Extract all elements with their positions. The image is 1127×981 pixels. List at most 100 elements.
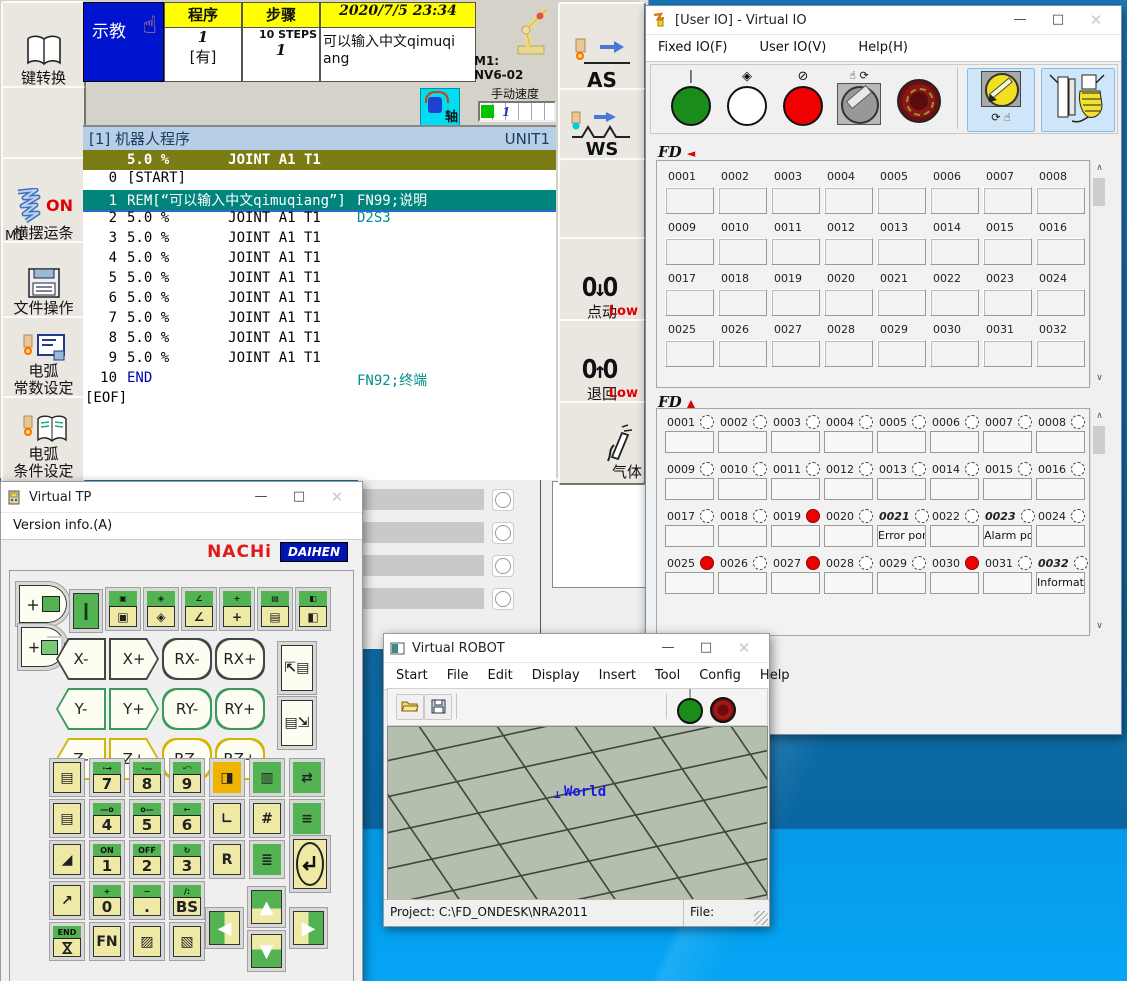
io-button-0009[interactable] — [665, 238, 714, 265]
jog-key-Y-[interactable]: Y- — [56, 688, 106, 730]
multi-keys-key[interactable]: # — [250, 800, 284, 837]
minimize-button[interactable]: — — [649, 635, 687, 661]
io-label-box[interactable] — [771, 431, 820, 453]
program-line-5[interactable]: 55.0 % JOINT A1 T1 — [83, 270, 556, 290]
as-button[interactable]: AS — [558, 2, 646, 93]
io-button-0020[interactable] — [824, 289, 873, 316]
stop-button[interactable]: ⊘ — [779, 69, 827, 129]
virtual-robot-titlebar[interactable]: Virtual ROBOT — □ ✕ — [384, 634, 769, 663]
cursor-down-key[interactable]: ▼ — [248, 931, 285, 971]
io-button-0010[interactable] — [718, 238, 767, 265]
led-indicator-0024[interactable] — [1071, 509, 1085, 523]
led-indicator-0016[interactable] — [1071, 462, 1085, 476]
screen-page-down-key[interactable]: ▤⇲ — [278, 697, 316, 749]
io-button-0002[interactable] — [718, 187, 767, 214]
cursor-up-key[interactable]: ▲ — [248, 887, 285, 927]
io-label-box[interactable] — [771, 525, 820, 547]
led-indicator-0021[interactable] — [915, 509, 929, 523]
io-label-box[interactable] — [718, 525, 767, 547]
led-indicator-0017[interactable] — [700, 509, 714, 523]
io-button-0006[interactable] — [930, 187, 979, 214]
io-label-box[interactable] — [824, 478, 873, 500]
io-label-box[interactable] — [824, 431, 873, 453]
led-indicator-0022[interactable] — [965, 509, 979, 523]
scrollbar-thumb[interactable] — [1093, 426, 1105, 454]
fd-input-scrollbar[interactable]: ∧ ∨ — [1090, 160, 1108, 386]
program-line-6[interactable]: 65.0 % JOINT A1 T1 — [83, 290, 556, 310]
led-indicator-0027[interactable] — [806, 556, 820, 570]
io-label-box[interactable] — [665, 431, 714, 453]
io-label-box[interactable] — [824, 525, 873, 547]
io-button-0001[interactable] — [665, 187, 714, 214]
weave-button[interactable]: ON 横摆运条 M1 — [1, 157, 86, 246]
resize-grip[interactable] — [754, 911, 768, 925]
arc-constant-button[interactable]: 电弧 常数设定 — [1, 316, 86, 401]
num-key-7[interactable]: ∙→7 — [90, 759, 124, 796]
traverse-key[interactable]: ↗ — [50, 882, 84, 919]
io-button-0032[interactable] — [1036, 340, 1085, 367]
screen-page-up-key[interactable]: ⇱▤ — [278, 642, 316, 694]
jog-key-X+[interactable]: X+ — [109, 638, 159, 680]
io-button-0031[interactable] — [983, 340, 1032, 367]
jog-key-RX+[interactable]: RX+ — [215, 638, 265, 680]
emergency-stop-button[interactable] — [897, 79, 943, 125]
axis-mode-button[interactable]: 轴 — [420, 88, 460, 126]
scroll-up-icon[interactable]: ∧ — [1091, 408, 1108, 424]
led-indicator-0006[interactable] — [965, 415, 979, 429]
user-io-titlebar[interactable]: [User IO] - Virtual IO — □ ✕ — [646, 6, 1121, 35]
application-key[interactable]: ＋ — [16, 582, 70, 626]
io-button-0014[interactable] — [930, 238, 979, 265]
enable-switch-button[interactable] — [1041, 68, 1115, 132]
minimize-button[interactable]: — — [1001, 7, 1039, 33]
led-indicator-0008[interactable] — [1071, 415, 1085, 429]
jog-key-RY+[interactable]: RY+ — [215, 688, 265, 730]
handshake-key[interactable]: ◈ ◈ — [144, 588, 178, 630]
close-button[interactable]: ✕ — [1077, 7, 1115, 33]
maximize-button[interactable]: □ — [687, 635, 725, 661]
sync-motion-key[interactable]: ⇄ — [290, 759, 324, 796]
led-indicator-0010[interactable] — [753, 462, 767, 476]
led-indicator-0028[interactable] — [859, 556, 873, 570]
menu-display[interactable]: Display — [532, 668, 580, 683]
cursor-left-key[interactable]: ◀ — [206, 908, 243, 948]
io-label-box[interactable] — [1036, 525, 1085, 547]
menu-config[interactable]: Config — [699, 668, 741, 683]
scroll-down-icon[interactable]: ∨ — [1091, 370, 1108, 386]
scroll-down-icon[interactable]: ∨ — [1091, 618, 1108, 634]
num-key-0[interactable]: +0 — [90, 882, 124, 919]
led-indicator-0029[interactable] — [912, 556, 926, 570]
right-blank-button[interactable] — [558, 158, 646, 242]
io-label-box[interactable] — [877, 478, 926, 500]
num-key-1[interactable]: ON1 — [90, 841, 124, 878]
coordinate-key[interactable]: ∟ — [210, 800, 244, 837]
program-line-3[interactable]: 35.0 % JOINT A1 T1 — [83, 230, 556, 250]
file-operation-button[interactable]: 文件操作 — [1, 241, 86, 321]
maximize-button[interactable]: □ — [280, 484, 318, 510]
maximize-button[interactable]: □ — [1039, 7, 1077, 33]
fd-output-scrollbar[interactable]: ∧ ∨ — [1090, 408, 1108, 634]
cursor-right-key[interactable]: ▶ — [290, 908, 327, 948]
io-button-0024[interactable] — [1036, 289, 1085, 316]
end-key[interactable]: END⋈ — [50, 923, 84, 960]
arc-condition-button[interactable]: 电弧 条件设定 — [1, 396, 86, 484]
screen-split-top-key[interactable]: ◧ ◧ — [296, 588, 330, 630]
menu-help[interactable]: Help — [760, 668, 790, 683]
menu-help[interactable]: Help(H) — [858, 40, 908, 55]
io-button-0007[interactable] — [983, 187, 1032, 214]
io-button-0003[interactable] — [771, 187, 820, 214]
led-indicator-0019[interactable] — [806, 509, 820, 523]
background-round-button[interactable] — [492, 522, 514, 544]
io-button-0013[interactable] — [877, 238, 926, 265]
io-button-0016[interactable] — [1036, 238, 1085, 265]
io-label-box[interactable]: Error port — [877, 525, 926, 547]
io-label-box[interactable] — [718, 572, 767, 594]
io-label-box[interactable] — [1036, 431, 1085, 453]
motor-on-lamp[interactable]: ❘ — [667, 69, 715, 129]
io-label-box[interactable]: Alarm port — [983, 525, 1032, 547]
jog-key-Y+[interactable]: Y+ — [109, 688, 159, 730]
led-indicator-0002[interactable] — [753, 415, 767, 429]
menu-fixed-io[interactable]: Fixed IO(F) — [658, 40, 728, 55]
save-button[interactable] — [424, 694, 452, 720]
io-label-box[interactable] — [718, 431, 767, 453]
led-indicator-0011[interactable] — [806, 462, 820, 476]
